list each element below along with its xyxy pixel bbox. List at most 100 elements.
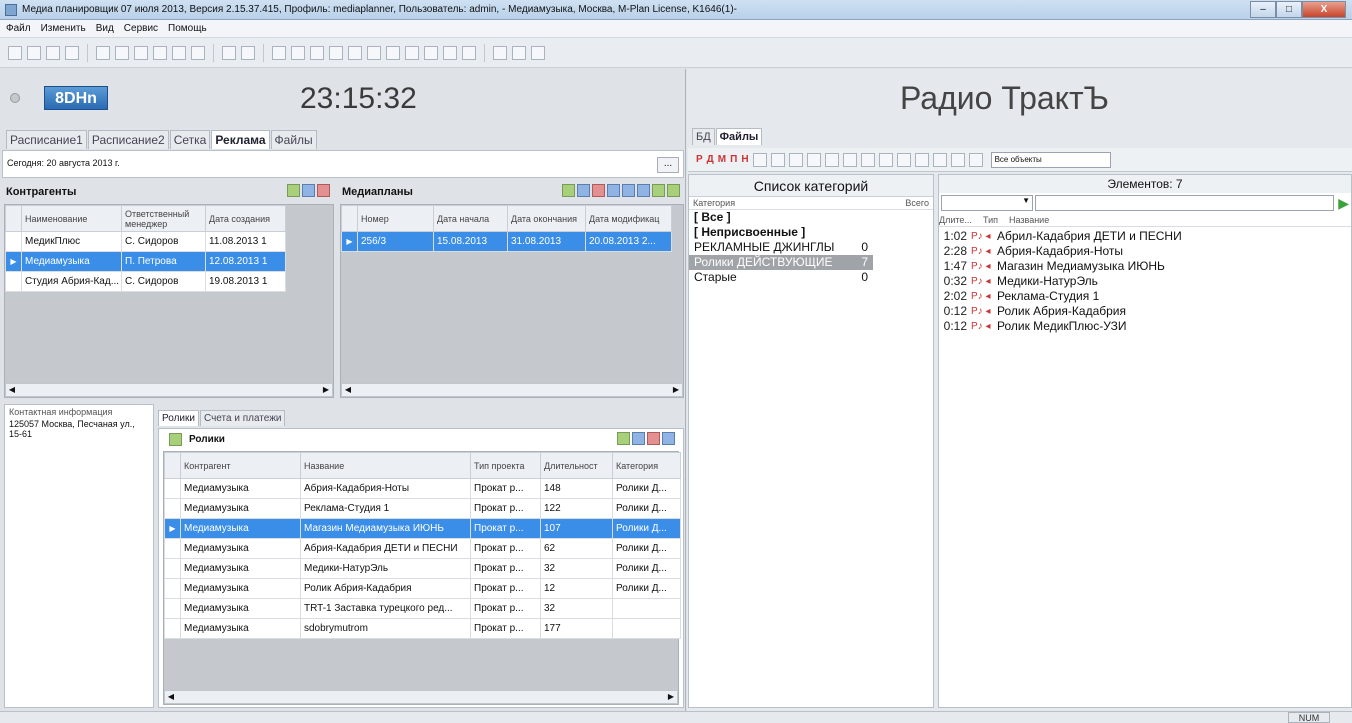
table-row[interactable]: Медиамузыка Абрия-Кадабрия-Ноты Прокат р..… [164,478,681,499]
list-item[interactable]: 1:47 Р♪ ◂ Магазин Медиамузыка ИЮНЬ [939,259,1351,274]
cut-icon[interactable] [8,45,22,60]
tool-icon[interactable] [241,45,255,60]
tool-icon[interactable] [896,152,911,167]
col-title[interactable]: Название [300,452,471,479]
menu-view[interactable]: Вид [96,23,114,34]
cancel-icon[interactable] [222,45,236,60]
col-start[interactable]: Дата начала [433,205,508,232]
tool-icon[interactable] [531,45,545,60]
col-total[interactable]: Всего [905,198,929,208]
table-row[interactable]: ▶ Медиамузыка П. Петрова 12.08.2013 1 [5,251,286,272]
table-row[interactable]: Медиамузыка Абрия-Кадабрия ДЕТИ и ПЕСНИ Пр… [164,538,681,559]
tab-advertising[interactable]: Реклама [211,130,270,149]
tab-clips[interactable]: Ролики [158,410,199,426]
col-name[interactable]: Название [1009,213,1049,226]
col-manager[interactable]: Ответственный менеджер [121,205,206,232]
table-row[interactable]: ▶ Медиамузыка Магазин Медиамузыка ИЮНЬ Прок… [164,518,681,539]
settings-icon[interactable] [667,184,680,197]
col-contractor[interactable]: Контрагент [180,452,301,479]
refresh-icon[interactable] [662,432,675,445]
col-duration[interactable]: Длительност [540,452,613,479]
tool-icon[interactable] [443,45,457,60]
minimize-button[interactable]: – [1250,1,1276,18]
list-item[interactable]: 1:02 Р♪ ◂ Абрил-Кадабрия ДЕТИ и ПЕСНИ [939,229,1351,244]
paste-icon[interactable] [46,45,60,60]
add-plan-icon[interactable] [562,184,575,197]
tool-icon[interactable] [172,45,186,60]
col-end[interactable]: Дата окончания [507,205,586,232]
object-filter-select[interactable]: Все объекты [990,151,1111,168]
tab-right-files[interactable]: Файлы [715,128,763,145]
copy-icon[interactable] [27,45,41,60]
list-item[interactable]: 2:28 Р♪ ◂ Абрия-Кадабрия-Ноты [939,244,1351,259]
search-input[interactable] [1035,195,1335,211]
menu-edit[interactable]: Изменить [41,23,86,34]
tool-icon[interactable] [310,45,324,60]
add-contractor-icon[interactable] [287,184,300,197]
tool-icon[interactable] [512,45,526,60]
col-category[interactable]: Категория [612,452,681,479]
col-modified[interactable]: Дата модификац [585,205,672,232]
list-item[interactable]: [ Неприсвоенные ] [689,225,873,240]
table-row[interactable]: МедикПлюс С. Сидоров 11.08.2013 1 [5,231,286,252]
tool-icon[interactable] [386,45,400,60]
tool-icon[interactable] [291,45,305,60]
type-filter-icon[interactable]: Д [707,154,714,165]
import-icon[interactable] [637,184,650,197]
menu-service[interactable]: Сервис [124,23,158,34]
table-row[interactable]: Медиамузыка sdobrymutrom Прокат р... 177 [164,618,681,639]
close-button[interactable]: X [1302,1,1346,18]
col-created[interactable]: Дата создания [205,205,286,232]
tool-icon[interactable] [405,45,419,60]
list-item[interactable]: РЕКЛАМНЫЕ ДЖИНГЛЫ 0 [689,240,873,255]
tool-icon[interactable] [462,45,476,60]
tab-files[interactable]: Файлы [270,130,317,149]
calc-icon[interactable] [652,184,665,197]
tool-icon[interactable] [860,152,875,167]
type-filter-icon[interactable]: Н [741,154,748,165]
edit-clip-icon[interactable] [632,432,645,445]
tool-icon[interactable] [424,45,438,60]
horizontal-scrollbar[interactable]: ◀ ▶ [164,690,678,704]
add-clip-icon[interactable] [617,432,630,445]
tool-icon[interactable] [842,152,857,167]
delete-clip-icon[interactable] [647,432,660,445]
print-icon[interactable] [607,184,620,197]
more-button[interactable]: ... [657,157,679,173]
edit-plan-icon[interactable] [577,184,590,197]
tool-icon[interactable] [752,152,767,167]
tool-icon[interactable] [367,45,381,60]
export-icon[interactable] [622,184,635,197]
col-category[interactable]: Категория [693,198,735,208]
col-type[interactable]: Тип [983,213,1009,226]
tool-icon[interactable] [191,45,205,60]
tool-icon[interactable] [153,45,167,60]
type-filter-icon[interactable]: Р [696,154,703,165]
list-item[interactable]: 0:12 Р♪ ◂ Ролик Абрия-Кадабрия [939,304,1351,319]
type-filter-icon[interactable]: П [730,154,737,165]
menu-file[interactable]: Файл [6,23,31,34]
tool-icon[interactable] [493,45,507,60]
list-item[interactable]: Старые 0 [689,270,873,285]
menu-help[interactable]: Помощь [168,23,207,34]
search-icon[interactable] [932,152,947,167]
find-icon[interactable] [65,45,79,60]
type-filter-icon[interactable]: М [718,154,726,165]
list-item[interactable]: 2:02 Р♪ ◂ Реклама-Студия 1 [939,289,1351,304]
play-icon[interactable]: ▶ [1338,195,1349,212]
col-name[interactable]: Наименование [21,205,122,232]
field-select[interactable]: ▼ [941,195,1033,211]
table-row[interactable]: Медиамузыка Медики-НатурЭль Прокат р... 32 Р… [164,558,681,579]
maximize-button[interactable]: □ [1276,1,1302,18]
tool-icon[interactable] [770,152,785,167]
tab-schedule1[interactable]: Расписание1 [6,130,87,149]
col-duration[interactable]: Длите... [939,213,983,226]
tool-icon[interactable] [96,45,110,60]
table-row[interactable]: Медиамузыка TRT-1 Заставка турецкого ред.… [164,598,681,619]
list-item[interactable]: 0:32 Р♪ ◂ Медики-НатурЭль [939,274,1351,289]
list-item[interactable]: [ Все ] [689,210,873,225]
tab-db[interactable]: БД [692,128,715,145]
list-item[interactable]: 0:12 Р♪ ◂ Ролик МедикПлюс-УЗИ [939,319,1351,334]
col-number[interactable]: Номер [357,205,434,232]
tool-icon[interactable] [272,45,286,60]
